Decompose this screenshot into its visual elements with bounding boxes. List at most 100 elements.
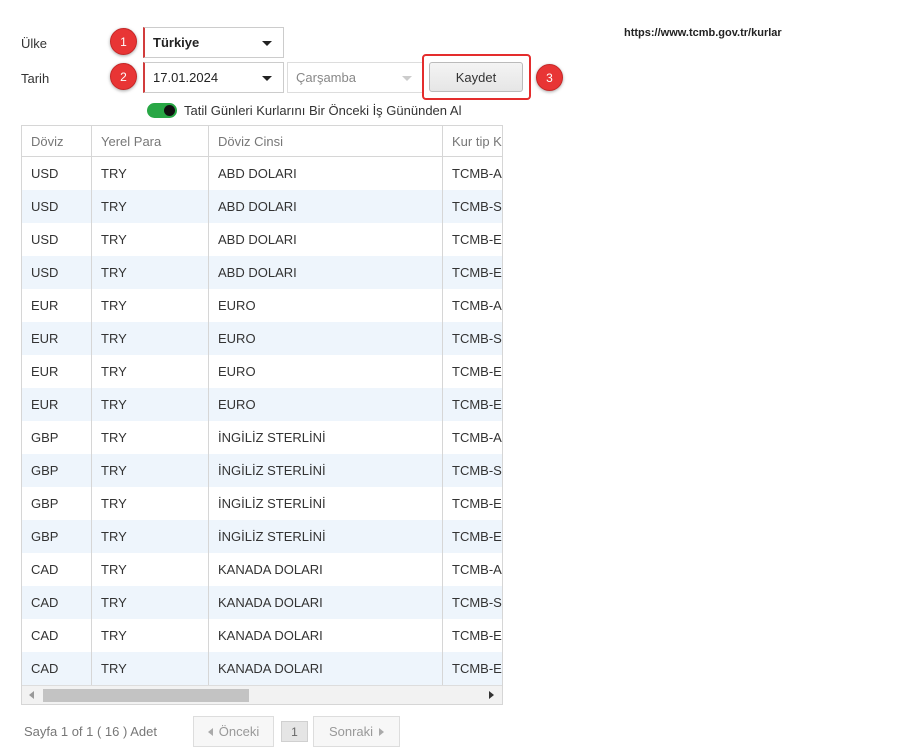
cell-currency-name: KANADA DOLARI bbox=[209, 586, 443, 619]
horizontal-scrollbar[interactable] bbox=[22, 685, 502, 704]
table-row[interactable]: CADTRYKANADA DOLARI TCMB-EA bbox=[22, 652, 502, 685]
cell-rate-type: TCMB-SA bbox=[452, 463, 502, 478]
cell-currency-name: İNGİLİZ STERLİNİ bbox=[209, 454, 443, 487]
step-badge-1: 1 bbox=[110, 28, 137, 55]
cell-rate-type: TCMB-ES bbox=[452, 364, 502, 379]
table-row[interactable]: GBPTRYİNGİLİZ STERLİNİ TCMB-EA bbox=[22, 520, 502, 553]
cell-rate-type: TCMB-AL bbox=[452, 298, 502, 313]
cell-currency: EUR bbox=[22, 388, 92, 421]
table-row[interactable]: EURTRYEURO TCMB-ES bbox=[22, 355, 502, 388]
cell-currency-name: ABD DOLARI bbox=[209, 223, 443, 256]
current-page-number[interactable]: 1 bbox=[281, 721, 308, 742]
cell-rate-type: TCMB-AL bbox=[452, 430, 502, 445]
cell-rate-type: TCMB-AL bbox=[452, 166, 502, 181]
cell-rate-type: TCMB-EA bbox=[452, 397, 502, 412]
holiday-rates-toggle[interactable] bbox=[147, 103, 177, 118]
cell-currency: USD bbox=[22, 190, 92, 223]
country-label: Ülke bbox=[21, 36, 48, 51]
cell-currency: USD bbox=[22, 223, 92, 256]
previous-page-label: Önceki bbox=[218, 724, 260, 739]
cell-local-currency: TRY bbox=[92, 652, 209, 685]
cell-currency: CAD bbox=[22, 553, 92, 586]
cell-currency: EUR bbox=[22, 322, 92, 355]
table-row[interactable]: EURTRYEURO TCMB-AL bbox=[22, 289, 502, 322]
cell-local-currency: TRY bbox=[92, 388, 209, 421]
cell-rate-type: TCMB-ES bbox=[452, 628, 502, 643]
cell-currency: USD bbox=[22, 256, 92, 289]
cell-local-currency: TRY bbox=[92, 322, 209, 355]
column-header-currency-name[interactable]: Döviz Cinsi bbox=[209, 126, 443, 156]
scroll-left-icon[interactable] bbox=[29, 691, 34, 699]
table-row[interactable]: USDTRYABD DOLARI TCMB-ES bbox=[22, 223, 502, 256]
grid-header: Döviz Yerel Para Döviz Cinsi Kur tip K bbox=[22, 126, 502, 157]
table-row[interactable]: CADTRYKANADA DOLARI TCMB-SA bbox=[22, 586, 502, 619]
column-header-rate-type[interactable]: Kur tip K bbox=[443, 126, 502, 156]
cell-rate-type: TCMB-EA bbox=[452, 265, 502, 280]
cell-local-currency: TRY bbox=[92, 289, 209, 322]
cell-currency-name: KANADA DOLARI bbox=[209, 553, 443, 586]
cell-local-currency: TRY bbox=[92, 553, 209, 586]
weekday-select: Çarşamba bbox=[287, 62, 424, 93]
cell-local-currency: TRY bbox=[92, 256, 209, 289]
table-row[interactable]: EURTRYEURO TCMB-SA bbox=[22, 322, 502, 355]
cell-currency-name: İNGİLİZ STERLİNİ bbox=[209, 421, 443, 454]
cell-currency: GBP bbox=[22, 487, 92, 520]
cell-rate-type: TCMB-AL bbox=[452, 562, 502, 577]
cell-currency-name: KANADA DOLARI bbox=[209, 619, 443, 652]
table-row[interactable]: USDTRYABD DOLARI TCMB-AL bbox=[22, 157, 502, 190]
cell-rate-type: TCMB-EA bbox=[452, 661, 502, 676]
cell-currency: GBP bbox=[22, 520, 92, 553]
previous-page-button[interactable]: Önceki bbox=[193, 716, 274, 747]
cell-rate-type: TCMB-SA bbox=[452, 199, 502, 214]
table-row[interactable]: USDTRYABD DOLARI TCMB-SA bbox=[22, 190, 502, 223]
table-row[interactable]: USDTRYABD DOLARI TCMB-EA bbox=[22, 256, 502, 289]
cell-currency: CAD bbox=[22, 619, 92, 652]
column-header-currency[interactable]: Döviz bbox=[22, 126, 92, 156]
cell-local-currency: TRY bbox=[92, 421, 209, 454]
cell-local-currency: TRY bbox=[92, 223, 209, 256]
cell-currency: GBP bbox=[22, 454, 92, 487]
table-row[interactable]: CADTRYKANADA DOLARI TCMB-AL bbox=[22, 553, 502, 586]
table-row[interactable]: GBPTRYİNGİLİZ STERLİNİ TCMB-SA bbox=[22, 454, 502, 487]
cell-currency: EUR bbox=[22, 355, 92, 388]
table-row[interactable]: GBPTRYİNGİLİZ STERLİNİ TCMB-AL bbox=[22, 421, 502, 454]
date-select-value: 17.01.2024 bbox=[153, 70, 219, 85]
weekday-select-value: Çarşamba bbox=[296, 70, 356, 85]
cell-local-currency: TRY bbox=[92, 520, 209, 553]
cell-currency-name: ABD DOLARI bbox=[209, 190, 443, 223]
country-select[interactable]: Türkiye bbox=[143, 27, 284, 58]
toggle-knob bbox=[164, 105, 175, 116]
pager-info: Sayfa 1 of 1 ( 16 ) Adet bbox=[24, 724, 157, 739]
cell-local-currency: TRY bbox=[92, 487, 209, 520]
next-page-label: Sonraki bbox=[328, 724, 374, 739]
table-row[interactable]: CADTRYKANADA DOLARI TCMB-ES bbox=[22, 619, 502, 652]
chevron-left-icon bbox=[207, 727, 213, 736]
cell-currency-name: EURO bbox=[209, 355, 443, 388]
chevron-down-icon bbox=[262, 75, 272, 81]
cell-currency-name: ABD DOLARI bbox=[209, 157, 443, 190]
table-row[interactable]: GBPTRYİNGİLİZ STERLİNİ TCMB-ES bbox=[22, 487, 502, 520]
cell-rate-type: TCMB-EA bbox=[452, 529, 502, 544]
cell-currency-name: İNGİLİZ STERLİNİ bbox=[209, 520, 443, 553]
date-label: Tarih bbox=[21, 71, 50, 86]
save-button[interactable]: Kaydet bbox=[429, 62, 523, 92]
chevron-down-icon bbox=[402, 75, 412, 81]
cell-rate-type: TCMB-ES bbox=[452, 496, 502, 511]
source-url: https://www.tcmb.gov.tr/kurlar bbox=[624, 27, 782, 39]
scroll-right-icon[interactable] bbox=[489, 691, 494, 699]
cell-currency-name: İNGİLİZ STERLİNİ bbox=[209, 487, 443, 520]
cell-rate-type: TCMB-SA bbox=[452, 595, 502, 610]
scrollbar-thumb[interactable] bbox=[43, 689, 249, 702]
date-select[interactable]: 17.01.2024 bbox=[143, 62, 284, 93]
chevron-down-icon bbox=[262, 40, 272, 46]
cell-currency-name: EURO bbox=[209, 388, 443, 421]
exchange-rate-grid: Döviz Yerel Para Döviz Cinsi Kur tip K U… bbox=[21, 125, 503, 705]
chevron-right-icon bbox=[379, 727, 385, 736]
next-page-button[interactable]: Sonraki bbox=[313, 716, 400, 747]
cell-local-currency: TRY bbox=[92, 355, 209, 388]
cell-currency: EUR bbox=[22, 289, 92, 322]
column-header-local-currency[interactable]: Yerel Para bbox=[92, 126, 209, 156]
step-badge-3: 3 bbox=[536, 64, 563, 91]
cell-rate-type: TCMB-ES bbox=[452, 232, 502, 247]
table-row[interactable]: EURTRYEURO TCMB-EA bbox=[22, 388, 502, 421]
